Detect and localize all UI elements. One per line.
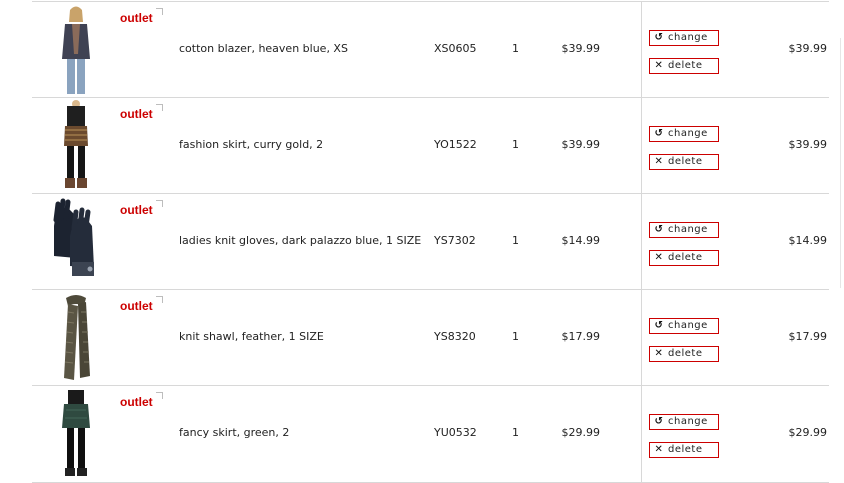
column-divider — [641, 98, 642, 194]
cart-row: outlet knit shawl, feather, 1 SIZE YS832… — [32, 289, 829, 386]
item-description: ladies knit gloves, dark palazzo blue, 1… — [179, 234, 422, 247]
column-divider — [641, 2, 642, 98]
item-quantity: 1 — [512, 42, 519, 55]
delete-button[interactable]: ✕ delete — [649, 58, 719, 74]
column-divider — [641, 194, 642, 290]
change-button[interactable]: ↺ change — [649, 126, 719, 142]
item-sku: YU0532 — [434, 426, 477, 439]
item-sku: YS7302 — [434, 234, 476, 247]
undo-icon: ↺ — [654, 320, 664, 331]
undo-icon: ↺ — [654, 32, 664, 43]
undo-icon: ↺ — [654, 128, 664, 139]
item-sku: XS0605 — [434, 42, 477, 55]
change-button[interactable]: ↺ change — [649, 222, 719, 238]
item-total: $14.99 — [788, 234, 828, 247]
column-divider — [641, 290, 642, 386]
corner-mark — [156, 392, 163, 399]
close-icon: ✕ — [654, 60, 664, 71]
item-description: cotton blazer, heaven blue, XS — [179, 42, 348, 55]
close-icon: ✕ — [654, 156, 664, 167]
change-button[interactable]: ↺ change — [649, 414, 719, 430]
item-price: $39.99 — [561, 42, 601, 55]
item-quantity: 1 — [512, 138, 519, 151]
undo-icon: ↺ — [654, 224, 664, 235]
close-icon: ✕ — [654, 444, 664, 455]
item-sku: YS8320 — [434, 330, 476, 343]
corner-mark — [156, 296, 163, 303]
delete-button[interactable]: ✕ delete — [649, 250, 719, 266]
close-icon: ✕ — [654, 348, 664, 359]
item-total: $39.99 — [788, 42, 828, 55]
cart-row: outlet cotton blazer, heaven blue, XS XS… — [32, 1, 829, 98]
undo-icon: ↺ — [654, 416, 664, 427]
item-total: $17.99 — [788, 330, 828, 343]
corner-mark — [156, 104, 163, 111]
outlet-badge: outlet — [120, 203, 153, 217]
cart-table: outlet cotton blazer, heaven blue, XS XS… — [0, 0, 844, 483]
delete-button[interactable]: ✕ delete — [649, 442, 719, 458]
outlet-badge: outlet — [120, 299, 153, 313]
corner-mark — [156, 8, 163, 15]
item-price: $14.99 — [561, 234, 601, 247]
close-icon: ✕ — [654, 252, 664, 263]
item-quantity: 1 — [512, 426, 519, 439]
product-image-fashion-skirt[interactable] — [46, 100, 106, 192]
product-image-gloves[interactable] — [46, 196, 106, 288]
change-button[interactable]: ↺ change — [649, 318, 719, 334]
outlet-badge: outlet — [120, 11, 153, 25]
product-image-fancy-skirt[interactable] — [46, 388, 106, 480]
item-total: $39.99 — [788, 138, 828, 151]
item-price: $39.99 — [561, 138, 601, 151]
corner-mark — [156, 200, 163, 207]
product-image-blazer[interactable] — [46, 4, 106, 96]
delete-button[interactable]: ✕ delete — [649, 346, 719, 362]
product-image-shawl[interactable] — [46, 292, 106, 384]
cart-row: outlet fashion skirt, curry gold, 2 YO15… — [32, 97, 829, 194]
item-quantity: 1 — [512, 234, 519, 247]
delete-button[interactable]: ✕ delete — [649, 154, 719, 170]
column-divider — [641, 386, 642, 482]
scroll-edge — [840, 38, 841, 288]
outlet-badge: outlet — [120, 395, 153, 409]
item-description: fancy skirt, green, 2 — [179, 426, 290, 439]
item-price: $17.99 — [561, 330, 601, 343]
item-sku: YO1522 — [434, 138, 477, 151]
change-button[interactable]: ↺ change — [649, 30, 719, 46]
item-description: knit shawl, feather, 1 SIZE — [179, 330, 324, 343]
item-quantity: 1 — [512, 330, 519, 343]
cart-row: outlet ladies knit gloves, dark palazzo … — [32, 193, 829, 290]
item-total: $29.99 — [788, 426, 828, 439]
cart-row: outlet fancy skirt, green, 2 YU0532 1 $2… — [32, 385, 829, 483]
outlet-badge: outlet — [120, 107, 153, 121]
item-description: fashion skirt, curry gold, 2 — [179, 138, 324, 151]
item-price: $29.99 — [561, 426, 601, 439]
